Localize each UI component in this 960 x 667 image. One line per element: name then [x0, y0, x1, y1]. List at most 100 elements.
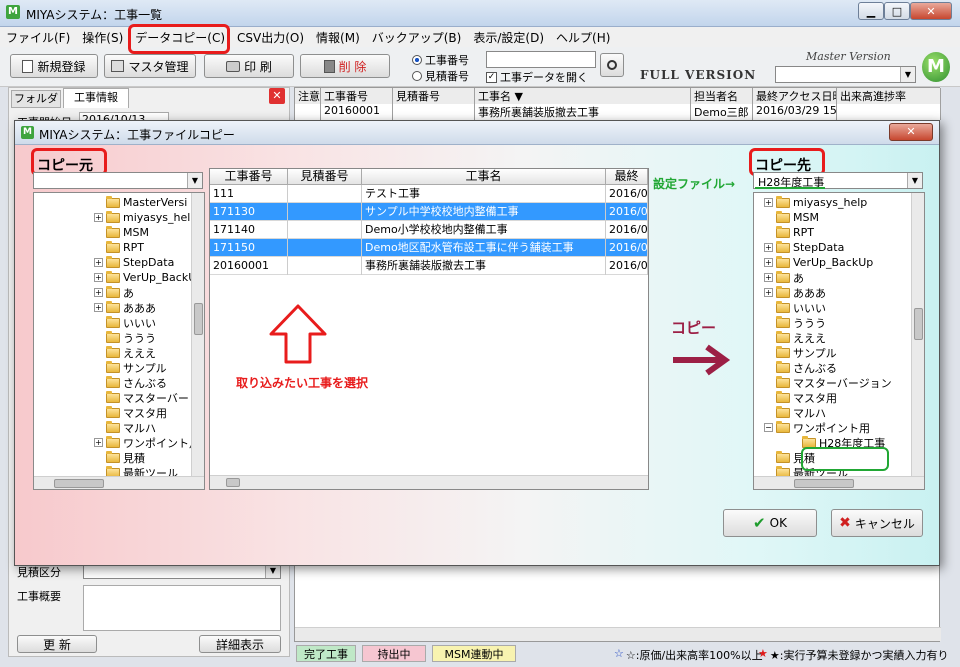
dest-tree-hscroll[interactable]: [754, 476, 924, 489]
print-button[interactable]: 印 刷: [204, 54, 294, 78]
detail-view-button[interactable]: 詳細表示: [199, 635, 281, 653]
table-row[interactable]: 171130 サンプル中学校校地内整備工事 2016/0: [210, 203, 648, 221]
scroll-thumb[interactable]: [54, 479, 104, 488]
tree-item[interactable]: + miyasys_help: [764, 195, 867, 210]
tree-item[interactable]: えええ: [94, 345, 156, 360]
tree-item[interactable]: サンプル: [764, 345, 837, 360]
source-tree-vscroll[interactable]: [191, 193, 204, 477]
menu-item-0[interactable]: ファイル(F): [0, 29, 76, 46]
ok-button[interactable]: ✔ OK: [723, 509, 817, 537]
scroll-thumb[interactable]: [226, 478, 240, 487]
menu-item-1[interactable]: 操作(S): [76, 29, 129, 46]
tree-item[interactable]: ううう: [764, 315, 826, 330]
table-row[interactable]: 20160001 事務所裏舗装版撤去工事 2016/0: [210, 257, 648, 275]
dest-tree[interactable]: + miyasys_help MSM RPT + StepData + VerUp_BackU…: [753, 192, 925, 490]
job-table-col-0[interactable]: 工事番号: [210, 169, 288, 185]
tree-item[interactable]: MSM: [764, 210, 819, 225]
tree-item[interactable]: ううう: [94, 330, 156, 345]
job-table-col-1[interactable]: 見積番号: [288, 169, 362, 185]
main-grid-col-0[interactable]: 注意: [295, 88, 321, 104]
tree-item[interactable]: − ワンポイント用: [764, 420, 870, 435]
menu-item-7[interactable]: ヘルプ(H): [550, 29, 616, 46]
menu-item-4[interactable]: 情報(M): [310, 29, 366, 46]
main-grid-col-6[interactable]: 出来高進捗率: [837, 88, 941, 104]
tree-item[interactable]: + StepData: [764, 240, 844, 255]
source-tree[interactable]: MasterVersi + miyasys_help MSM RPT + StepData +…: [33, 192, 205, 490]
tree-item[interactable]: RPT: [764, 225, 814, 240]
tree-item[interactable]: いいい: [94, 315, 156, 330]
source-tree-hscroll[interactable]: [34, 476, 204, 489]
source-combo[interactable]: ▼: [33, 172, 203, 189]
expand-icon[interactable]: +: [94, 303, 103, 312]
job-table-col-2[interactable]: 工事名: [362, 169, 606, 185]
tree-item[interactable]: + あ: [764, 270, 804, 285]
panel-close-icon[interactable]: ✕: [269, 88, 285, 104]
minimize-button[interactable]: ▁: [858, 2, 884, 20]
expand-icon[interactable]: +: [764, 258, 773, 267]
job-table-hscroll[interactable]: [210, 475, 648, 489]
scroll-thumb[interactable]: [194, 303, 203, 335]
tree-item[interactable]: MSM: [94, 225, 149, 240]
delete-button[interactable]: 削 除: [300, 54, 390, 78]
tree-item[interactable]: さんぶる: [764, 360, 837, 375]
main-grid-col-5[interactable]: 最終アクセス日時: [753, 88, 837, 104]
dialog-close-button[interactable]: ✕: [889, 123, 933, 141]
main-grid-col-4[interactable]: 担当者名: [691, 88, 753, 104]
main-grid-col-1[interactable]: 工事番号: [321, 88, 393, 104]
tree-item[interactable]: MasterVersi: [94, 195, 187, 210]
dest-tree-vscroll[interactable]: [911, 193, 924, 477]
menu-item-3[interactable]: CSV出力(O): [231, 29, 310, 46]
tree-item[interactable]: 見積: [94, 450, 145, 465]
tree-item[interactable]: マスターバー: [94, 390, 189, 405]
master-management-button[interactable]: マスタ管理: [104, 54, 196, 78]
search-input[interactable]: [486, 51, 596, 68]
main-grid-col-2[interactable]: 見積番号: [393, 88, 475, 104]
search-button[interactable]: [600, 53, 624, 77]
tree-item[interactable]: いいい: [764, 300, 826, 315]
tree-item[interactable]: + VerUp_BackU: [94, 270, 196, 285]
radio-mitsumori[interactable]: 見積番号: [412, 68, 469, 84]
version-combo[interactable]: ▼: [775, 66, 916, 83]
tree-item[interactable]: マルハ: [764, 405, 826, 420]
main-grid-row[interactable]: 20160001 事務所裏舗装版撤去工事Demo三郎2016/03/29 15:1…: [295, 104, 941, 120]
tree-item[interactable]: マルハ: [94, 420, 156, 435]
table-row[interactable]: 171150 Demo地区配水管布設工事に伴う舗装工事 2016/0: [210, 239, 648, 257]
menu-item-6[interactable]: 表示/設定(D): [467, 29, 550, 46]
expand-icon[interactable]: +: [94, 213, 103, 222]
tree-item[interactable]: + VerUp_BackUp: [764, 255, 873, 270]
maximize-button[interactable]: □: [884, 2, 910, 20]
tree-item[interactable]: + あ: [94, 285, 134, 300]
tree-item[interactable]: マスタ用: [764, 390, 837, 405]
expand-icon[interactable]: +: [94, 258, 103, 267]
update-button[interactable]: 更 新: [17, 635, 97, 653]
expand-icon[interactable]: +: [764, 198, 773, 207]
expand-icon[interactable]: +: [764, 273, 773, 282]
tree-item[interactable]: マスタ用: [94, 405, 167, 420]
new-register-button[interactable]: 新規登録: [10, 54, 98, 78]
tree-item[interactable]: サンプル: [94, 360, 167, 375]
radio-kouji[interactable]: 工事番号: [412, 52, 469, 68]
main-grid-hscroll[interactable]: [295, 627, 941, 641]
main-grid-col-3[interactable]: 工事名 ▼: [475, 88, 691, 104]
close-button[interactable]: ✕: [910, 2, 952, 20]
scroll-thumb[interactable]: [794, 479, 854, 488]
tab-folder[interactable]: フォルダ: [11, 90, 61, 108]
cancel-button[interactable]: ✖ キャンセル: [831, 509, 923, 537]
expand-icon[interactable]: +: [94, 288, 103, 297]
table-row[interactable]: 171140 Demo小学校校地内整備工事 2016/0: [210, 221, 648, 239]
tree-item[interactable]: えええ: [764, 330, 826, 345]
expand-icon[interactable]: +: [764, 288, 773, 297]
tree-item[interactable]: さんぶる: [94, 375, 167, 390]
expand-icon[interactable]: +: [94, 273, 103, 282]
tree-item[interactable]: + あああ: [764, 285, 826, 300]
expand-icon[interactable]: +: [764, 243, 773, 252]
tree-item[interactable]: RPT: [94, 240, 144, 255]
tab-info[interactable]: 工事情報: [63, 88, 129, 108]
table-row[interactable]: 111 テスト工事 2016/0: [210, 185, 648, 203]
job-table-col-3[interactable]: 最終: [606, 169, 648, 185]
tree-item[interactable]: + ワンポイント月: [94, 435, 200, 450]
menu-item-5[interactable]: バックアップ(B): [366, 29, 468, 46]
tree-item[interactable]: + miyasys_help: [94, 210, 197, 225]
tree-item[interactable]: マスターバージョン: [764, 375, 892, 390]
tree-item[interactable]: + あああ: [94, 300, 156, 315]
